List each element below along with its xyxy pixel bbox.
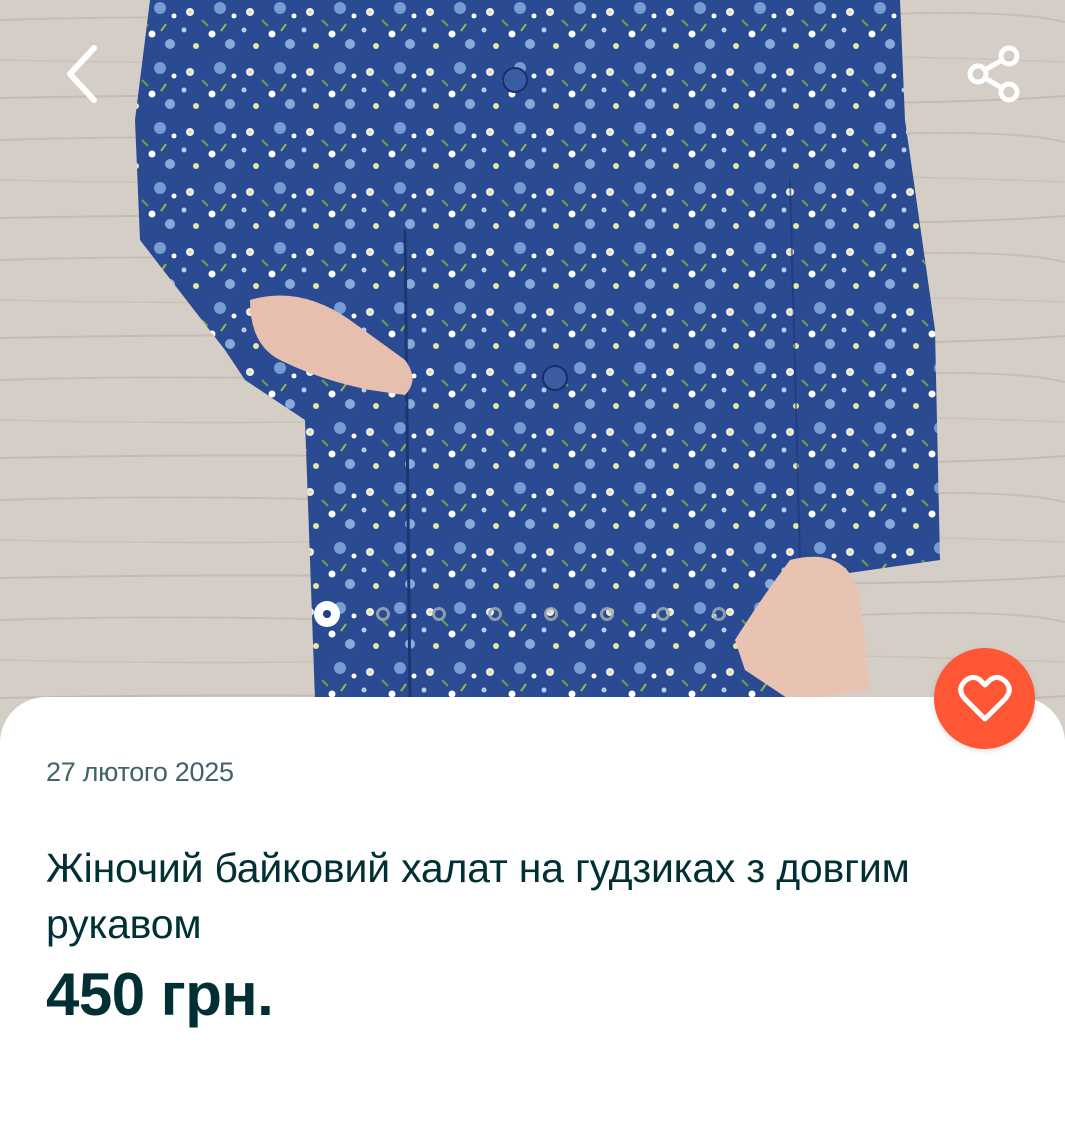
gallery-dot[interactable] bbox=[593, 600, 621, 628]
gallery-dot[interactable] bbox=[537, 600, 565, 628]
gallery-dot[interactable] bbox=[481, 600, 509, 628]
photo-gallery[interactable] bbox=[0, 0, 1065, 740]
gallery-dot[interactable] bbox=[425, 600, 453, 628]
gallery-dot[interactable] bbox=[313, 600, 341, 628]
listing-title: Жіночий байковий халат на гудзиках з дов… bbox=[46, 845, 910, 947]
gallery-dot[interactable] bbox=[369, 600, 397, 628]
back-button[interactable] bbox=[46, 38, 118, 110]
listing-date: 27 лютого 2025 bbox=[46, 757, 234, 787]
share-button[interactable] bbox=[958, 38, 1030, 110]
heart-icon bbox=[957, 674, 1012, 721]
favorite-button[interactable] bbox=[934, 648, 1035, 749]
gallery-dot[interactable] bbox=[649, 600, 677, 628]
listing-price: 450 грн. bbox=[46, 961, 274, 1028]
gallery-pagination bbox=[313, 600, 761, 628]
share-icon bbox=[967, 45, 1020, 103]
listing-screen: 27 лютого 2025 Жіночий байковий халат на… bbox=[0, 0, 1065, 1125]
product-photo[interactable] bbox=[0, 0, 1065, 740]
gallery-dot[interactable] bbox=[705, 600, 733, 628]
chevron-left-icon bbox=[67, 45, 97, 103]
